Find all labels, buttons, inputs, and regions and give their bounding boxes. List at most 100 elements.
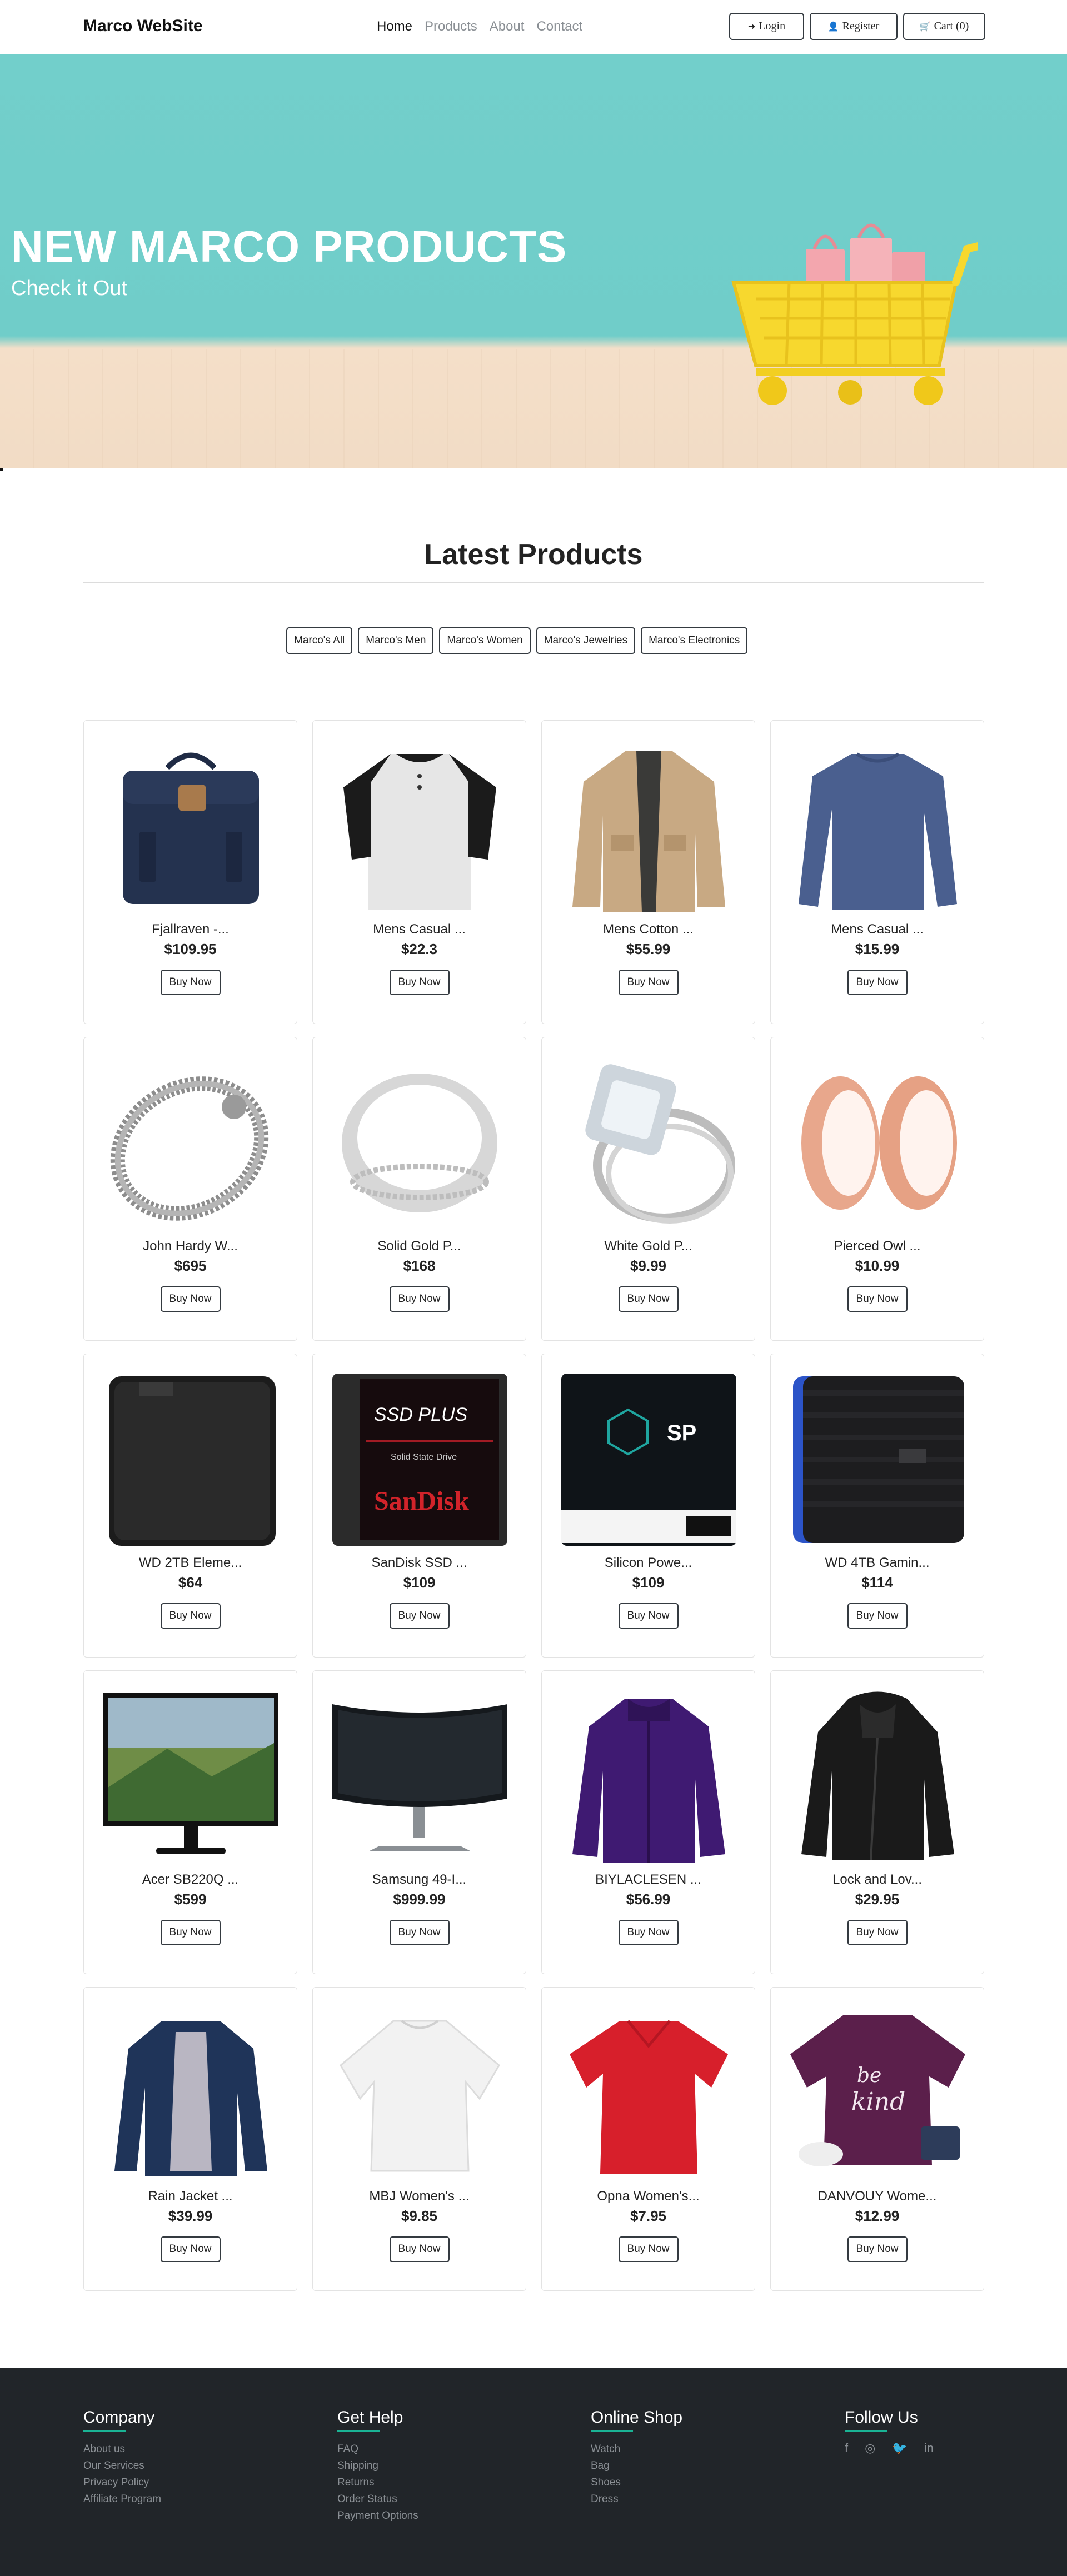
silicon-ssd-image[interactable]: SP xyxy=(559,1371,739,1549)
footer-link[interactable]: Watch xyxy=(591,2441,682,2458)
product-card[interactable]: Fjallraven -... $109.95 Buy Now xyxy=(83,720,297,1024)
product-name: Fjallraven -... xyxy=(152,922,229,937)
cotton-jacket-image[interactable] xyxy=(559,737,739,915)
filter-women-button[interactable]: Marco's Women xyxy=(439,627,531,654)
product-card[interactable]: Solid Gold P... $168 Buy Now xyxy=(312,1037,526,1341)
product-name: WD 4TB Gamin... xyxy=(825,1555,930,1570)
buy-now-button[interactable]: Buy Now xyxy=(160,970,221,995)
buy-now-button[interactable]: Buy Now xyxy=(618,2236,679,2262)
product-price: $695 xyxy=(174,1257,207,1274)
monitor-image[interactable] xyxy=(101,1688,281,1865)
buy-now-button[interactable]: Buy Now xyxy=(847,1603,908,1629)
product-name: John Hardy W... xyxy=(143,1239,238,1254)
footer-link[interactable]: FAQ xyxy=(337,2441,418,2458)
register-button[interactable]: 👤 Register xyxy=(810,13,898,40)
be-kind-tee-image[interactable]: be kind xyxy=(787,2004,968,2182)
buy-now-button[interactable]: Buy Now xyxy=(618,1603,679,1629)
nav-link-about[interactable]: About xyxy=(490,19,525,34)
product-card[interactable]: Lock and Lov... $29.95 Buy Now xyxy=(770,1670,984,1974)
buy-now-button[interactable]: Buy Now xyxy=(389,2236,450,2262)
footer-link[interactable]: Shoes xyxy=(591,2474,682,2491)
instagram-icon[interactable]: ◎ xyxy=(865,2441,875,2455)
filter-all-button[interactable]: Marco's All xyxy=(286,627,353,654)
buy-now-button[interactable]: Buy Now xyxy=(389,1603,450,1629)
buy-now-button[interactable]: Buy Now xyxy=(847,1286,908,1312)
product-card[interactable]: Acer SB220Q ... $599 Buy Now xyxy=(83,1670,297,1974)
product-card[interactable]: Opna Women's... $7.95 Buy Now xyxy=(541,1987,755,2291)
gaming-drive-image[interactable] xyxy=(787,1371,968,1549)
footer-link[interactable]: Dress xyxy=(591,2491,682,2508)
dragon-bracelet-image[interactable] xyxy=(101,1054,281,1232)
henley-shirt-image[interactable] xyxy=(330,737,510,915)
product-card[interactable]: Pierced Owl ... $10.99 Buy Now xyxy=(770,1037,984,1341)
brand-logo[interactable]: Marco WebSite xyxy=(83,17,203,36)
register-label: Register xyxy=(842,20,880,32)
cart-icon: 🛒 xyxy=(919,22,931,32)
footer-help-title: Get Help xyxy=(337,2408,403,2427)
rose-gold-plugs-image[interactable] xyxy=(787,1054,968,1232)
buy-now-button[interactable]: Buy Now xyxy=(160,2236,221,2262)
filter-jewelries-button[interactable]: Marco's Jewelries xyxy=(536,627,636,654)
product-card[interactable]: Mens Casual ... $22.3 Buy Now xyxy=(312,720,526,1024)
product-card[interactable]: John Hardy W... $695 Buy Now xyxy=(83,1037,297,1341)
footer-link[interactable]: Bag xyxy=(591,2458,682,2474)
nav-link-home[interactable]: Home xyxy=(377,19,412,34)
footer-link[interactable]: Payment Options xyxy=(337,2508,418,2524)
footer-link[interactable]: About us xyxy=(83,2441,161,2458)
product-card[interactable]: Samsung 49-I... $999.99 Buy Now xyxy=(312,1670,526,1974)
footer-link[interactable]: Shipping xyxy=(337,2458,418,2474)
product-card[interactable]: MBJ Women's ... $9.85 Buy Now xyxy=(312,1987,526,2291)
buy-now-button[interactable]: Buy Now xyxy=(389,970,450,995)
footer-link[interactable]: Affiliate Program xyxy=(83,2491,161,2508)
buy-now-button[interactable]: Buy Now xyxy=(618,970,679,995)
buy-now-button[interactable]: Buy Now xyxy=(618,1286,679,1312)
buy-now-button[interactable]: Buy Now xyxy=(389,1920,450,1945)
white-top-image[interactable] xyxy=(330,2004,510,2182)
buy-now-button[interactable]: Buy Now xyxy=(389,1286,450,1312)
product-card[interactable]: Mens Casual ... $15.99 Buy Now xyxy=(770,720,984,1024)
product-card[interactable]: SP Silicon Powe... $109 Buy Now xyxy=(541,1354,755,1658)
footer-link[interactable]: Privacy Policy xyxy=(83,2474,161,2491)
footer-company-title: Company xyxy=(83,2408,155,2427)
linkedin-icon[interactable]: in xyxy=(924,2441,934,2455)
twitter-icon[interactable]: 🐦 xyxy=(892,2441,907,2455)
product-card[interactable]: BIYLACLESEN ... $56.99 Buy Now xyxy=(541,1670,755,1974)
cart-button[interactable]: 🛒 Cart (0) xyxy=(903,13,985,40)
sandisk-ssd-image[interactable]: SSD PLUS Solid State Drive SanDisk xyxy=(330,1371,510,1549)
product-card[interactable]: WD 2TB Eleme... $64 Buy Now xyxy=(83,1354,297,1658)
login-button[interactable]: ➜ Login xyxy=(729,13,804,40)
product-card[interactable]: Mens Cotton ... $55.99 Buy Now xyxy=(541,720,755,1024)
leather-jacket-image[interactable] xyxy=(787,1688,968,1865)
backpack-image[interactable] xyxy=(101,737,281,915)
buy-now-button[interactable]: Buy Now xyxy=(618,1920,679,1945)
footer-link[interactable]: Order Status xyxy=(337,2491,418,2508)
buy-now-button[interactable]: Buy Now xyxy=(847,970,908,995)
buy-now-button[interactable]: Buy Now xyxy=(160,1920,221,1945)
product-card[interactable]: SSD PLUS Solid State Drive SanDisk SanDi… xyxy=(312,1354,526,1658)
nav-link-contact[interactable]: Contact xyxy=(536,19,582,34)
slim-shirt-image[interactable] xyxy=(787,737,968,915)
product-card[interactable]: be kind DANVOUY Wome... $12.99 Buy Now xyxy=(770,1987,984,2291)
nav-link-products[interactable]: Products xyxy=(425,19,477,34)
curved-monitor-image[interactable] xyxy=(330,1688,510,1865)
filter-men-button[interactable]: Marco's Men xyxy=(358,627,434,654)
filter-electronics-button[interactable]: Marco's Electronics xyxy=(641,627,748,654)
facebook-icon[interactable]: f xyxy=(845,2441,848,2455)
buy-now-button[interactable]: Buy Now xyxy=(160,1603,221,1629)
buy-now-button[interactable]: Buy Now xyxy=(160,1286,221,1312)
purple-jacket-image[interactable] xyxy=(559,1688,739,1865)
product-card[interactable]: Rain Jacket ... $39.99 Buy Now xyxy=(83,1987,297,2291)
diamond-ring-image[interactable] xyxy=(559,1054,739,1232)
footer-link[interactable]: Our Services xyxy=(83,2458,161,2474)
silver-ring-image[interactable] xyxy=(330,1054,510,1232)
buy-now-button[interactable]: Buy Now xyxy=(847,1920,908,1945)
product-card[interactable]: White Gold P... $9.99 Buy Now xyxy=(541,1037,755,1341)
rain-jacket-image[interactable] xyxy=(101,2004,281,2182)
footer-link[interactable]: Returns xyxy=(337,2474,418,2491)
red-tee-image[interactable] xyxy=(559,2004,739,2182)
product-price: $109 xyxy=(632,1574,665,1591)
product-price: $39.99 xyxy=(168,2208,213,2224)
external-hdd-image[interactable] xyxy=(101,1371,281,1549)
product-card[interactable]: WD 4TB Gamin... $114 Buy Now xyxy=(770,1354,984,1658)
buy-now-button[interactable]: Buy Now xyxy=(847,2236,908,2262)
